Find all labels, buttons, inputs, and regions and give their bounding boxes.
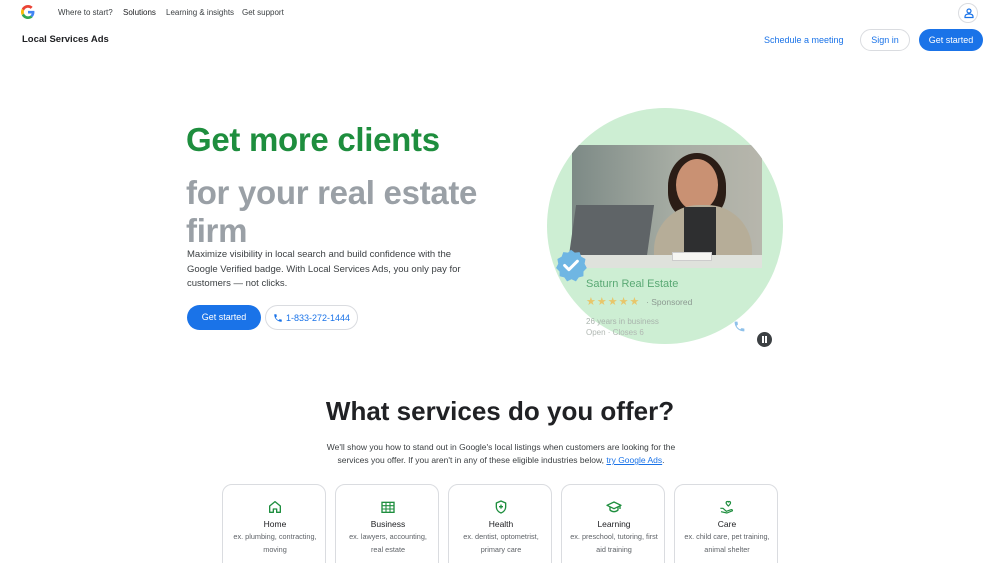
years-in-business: 26 years in business <box>586 317 659 326</box>
verified-badge-icon <box>556 249 587 282</box>
agent-photo <box>567 145 762 268</box>
care-heart-icon <box>720 500 734 514</box>
service-card-care[interactable]: Care ex. child care, pet training, anima… <box>674 484 778 563</box>
pause-animation-button[interactable] <box>757 332 772 347</box>
health-shield-icon <box>495 500 507 514</box>
sponsored-label: · Sponsored <box>646 297 693 307</box>
hero-title: Get more clients <box>186 121 440 158</box>
call-phone-button[interactable]: 1-833-272-1444 <box>265 305 358 330</box>
account-icon <box>964 8 974 19</box>
top-navigation: Where to start? Solutions Learning & ins… <box>0 0 1000 25</box>
service-title: Care <box>717 519 737 529</box>
nav-learning-insights[interactable]: Learning & insights <box>166 8 234 17</box>
service-card-business[interactable]: Business ex. lawyers, accounting, real e… <box>335 484 439 563</box>
home-icon <box>269 501 281 513</box>
service-title: Health <box>488 519 514 529</box>
schedule-meeting-link[interactable]: Schedule a meeting <box>764 35 844 45</box>
phone-icon <box>274 314 282 322</box>
service-card-learning[interactable]: Learning ex. preschool, tutoring, first … <box>561 484 665 563</box>
rating-stars: ★★★★★ <box>586 296 641 308</box>
get-started-button-header[interactable]: Get started <box>919 29 983 51</box>
graduation-cap-icon <box>606 501 622 513</box>
nav-solutions[interactable]: Solutions <box>123 8 156 17</box>
product-bar: Local Services Ads Schedule a meeting Si… <box>0 25 1000 57</box>
google-g-icon[interactable] <box>21 5 35 19</box>
service-description: ex. preschool, tutoring, first aid train… <box>570 532 658 554</box>
service-card-home[interactable]: Home ex. plumbing, contracting, moving <box>222 484 326 563</box>
nav-where-to-start[interactable]: Where to start? <box>58 8 113 17</box>
account-button[interactable] <box>958 3 978 23</box>
get-started-button-hero[interactable]: Get started <box>187 305 261 330</box>
phone-number: 1-833-272-1444 <box>286 313 351 323</box>
services-heading: What services do you offer? <box>325 396 675 426</box>
service-title: Home <box>263 519 287 529</box>
service-title: Business <box>370 519 406 529</box>
product-name[interactable]: Local Services Ads <box>22 34 109 45</box>
building-icon <box>381 501 395 513</box>
try-google-ads-link[interactable]: try Google Ads <box>606 455 662 465</box>
service-card-health[interactable]: Health ex. dentist, optometrist, primary… <box>448 484 552 563</box>
nav-get-support[interactable]: Get support <box>242 8 284 17</box>
hero-description: Maximize visibility in local search and … <box>187 249 461 289</box>
sign-in-button[interactable]: Sign in <box>860 29 910 51</box>
service-title: Learning <box>597 519 631 529</box>
services-description: We'll show you how to stand out in Googl… <box>326 442 676 465</box>
business-hours: Open · Closes 6 <box>586 328 644 337</box>
business-name: Saturn Real Estate <box>586 278 679 290</box>
service-description: ex. dentist, optometrist, primary care <box>463 532 539 554</box>
phone-icon <box>734 321 745 332</box>
service-description: ex. lawyers, accounting, real estate <box>349 532 427 554</box>
service-description: ex. plumbing, contracting, moving <box>233 532 317 554</box>
hero-subtitle: for your real estate firm <box>186 174 478 249</box>
pause-icon <box>762 336 764 343</box>
service-description: ex. child care, pet training, animal she… <box>684 532 770 554</box>
